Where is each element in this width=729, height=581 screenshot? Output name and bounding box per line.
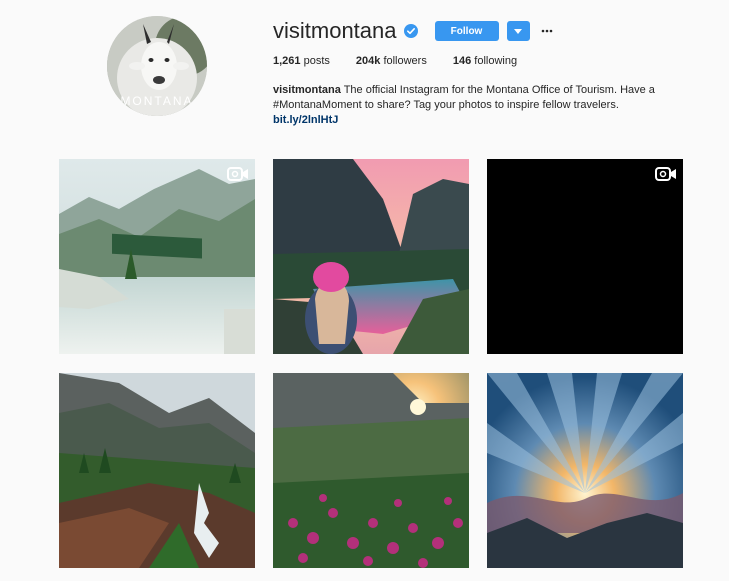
suggested-dropdown-button[interactable] [506, 21, 530, 41]
posts-stat: 1,261 posts [273, 55, 330, 67]
followers-stat[interactable]: 204k followers [356, 55, 427, 67]
sunrays-clouds-photo [487, 373, 683, 568]
following-stat[interactable]: 146 following [453, 55, 517, 67]
mountain-lake-photo [59, 159, 255, 354]
post-tile-2[interactable] [273, 159, 469, 354]
ellipsis-icon [541, 29, 552, 33]
profile-header-row: visitmontana Follow [273, 18, 554, 44]
chevron-down-icon [514, 28, 523, 34]
follow-button[interactable]: Follow [434, 21, 499, 41]
followers-count: 204k [355, 55, 381, 67]
video-camera-icon [655, 167, 676, 181]
posts-count: 1,261 [273, 55, 301, 67]
post-tile-1[interactable] [59, 159, 255, 354]
bio-link[interactable]: bit.ly/2lnlHtJ [273, 113, 693, 128]
more-options-button[interactable] [540, 21, 554, 41]
post-tile-6[interactable] [487, 373, 683, 568]
posts-label: posts [303, 55, 330, 67]
bio-name: visitmontana [273, 84, 341, 96]
profile-username: visitmontana [273, 18, 397, 43]
avatar-logo-text: MONTANA [120, 94, 194, 108]
video-camera-icon [227, 167, 248, 181]
profile-avatar[interactable]: MONTANA [107, 16, 207, 116]
waterfall-valley-photo [59, 373, 255, 568]
profile-stats: 1,261 posts 204k followers 146 following [273, 55, 543, 67]
post-tile-3[interactable] [487, 159, 683, 354]
following-count: 146 [452, 55, 472, 67]
post-tile-4[interactable] [59, 373, 255, 568]
bio-text-line1: The official Instagram for the Montana O… [340, 84, 655, 96]
profile-page: MONTANA visitmontana Follow 1,261 posts … [0, 0, 729, 581]
following-label: following [474, 55, 518, 67]
followers-label: followers [383, 55, 427, 67]
profile-bio: visitmontana The official Instagram for … [273, 83, 693, 128]
alpine-lake-hiker-photo [273, 159, 469, 354]
wildflowers-sunburst-photo [273, 373, 469, 568]
verified-badge-icon [403, 24, 418, 38]
bio-text-line2: #MontanaMoment to share? Tag your photos… [273, 99, 619, 111]
post-tile-5[interactable] [273, 373, 469, 568]
